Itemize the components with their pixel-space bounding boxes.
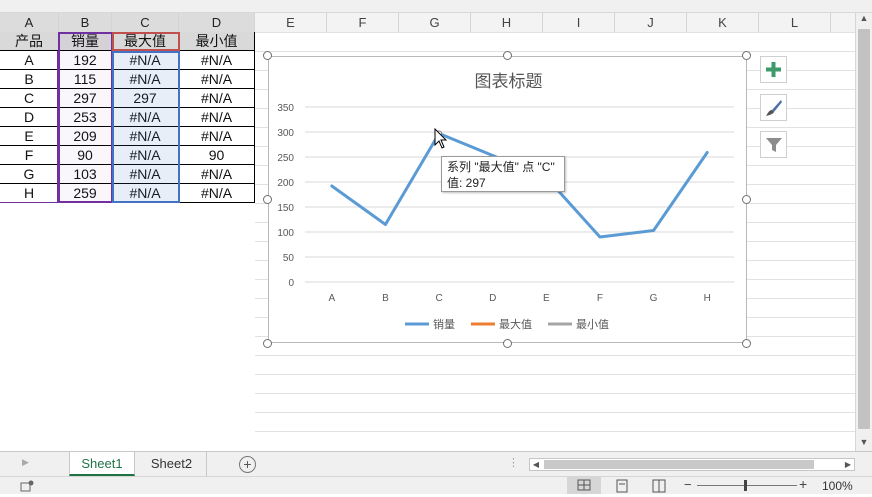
page-break-icon[interactable] [651, 479, 667, 493]
tab-sheet2[interactable]: Sheet2 [137, 452, 207, 476]
series-header-highlight [112, 32, 180, 51]
data-point-tooltip: 系列 "最大值" 点 "C" 值: 297 [441, 156, 565, 192]
zoom-out-icon[interactable]: − [684, 477, 692, 492]
chart-filters-button[interactable] [760, 131, 787, 158]
resize-handle-left[interactable] [263, 195, 272, 204]
vertical-scroll-thumb[interactable] [858, 29, 870, 429]
zoom-slider[interactable] [697, 485, 797, 486]
tab-sheet1[interactable]: Sheet1 [69, 452, 135, 476]
tooltip-series-point: 系列 "最大值" 点 "C" [447, 159, 559, 175]
column-header-bar: A B C D E F G H I J K L [0, 13, 855, 33]
column-header-g[interactable]: G [399, 13, 471, 32]
legend-label: 最小值 [576, 318, 609, 331]
x-tick-label: H [704, 293, 711, 304]
resize-handle-top-right[interactable] [742, 51, 751, 60]
column-header-d[interactable]: D [179, 13, 255, 32]
legend-label: 销量 [433, 317, 455, 331]
tooltip-value: 值: 297 [447, 175, 559, 191]
table-cell[interactable]: 90 [179, 146, 255, 165]
column-header-c[interactable]: C [112, 13, 179, 32]
column-header-a[interactable]: A [0, 13, 59, 32]
normal-view-button[interactable] [567, 477, 601, 494]
resize-handle-bottom[interactable] [503, 339, 512, 348]
series-values-highlight [112, 51, 180, 203]
horizontal-scrollbar[interactable]: ◀ ▶ [529, 458, 855, 471]
table-cell[interactable]: #N/A [179, 108, 255, 127]
x-tick-label: E [543, 293, 550, 304]
column-header-k[interactable]: K [687, 13, 759, 32]
column-header-j[interactable]: J [615, 13, 687, 32]
table-cell[interactable]: #N/A [179, 165, 255, 184]
x-tick-label: B [382, 293, 389, 304]
page-layout-icon[interactable] [614, 479, 630, 493]
y-tick-label: 0 [288, 278, 294, 289]
legend-label: 最大值 [499, 317, 532, 331]
funnel-icon [765, 136, 783, 154]
table-cell[interactable]: #N/A [179, 89, 255, 108]
zoom-level[interactable]: 100% [822, 479, 853, 493]
vertical-scrollbar[interactable]: ▲ ▼ [855, 13, 872, 451]
y-tick-label: 350 [277, 103, 294, 114]
zoom-slider-thumb[interactable] [744, 480, 747, 491]
table-cell[interactable]: #N/A [179, 70, 255, 89]
horizontal-scroll-thumb[interactable] [544, 460, 814, 469]
scroll-down-icon[interactable]: ▼ [859, 437, 869, 449]
y-tick-label: 200 [277, 178, 294, 189]
x-tick-label: G [650, 293, 658, 304]
y-tick-label: 250 [277, 153, 294, 164]
scroll-right-icon[interactable]: ▶ [842, 459, 854, 470]
resize-handle-bottom-left[interactable] [263, 339, 272, 348]
y-tick-label: 150 [277, 203, 294, 214]
add-sheet-icon[interactable]: + [239, 456, 256, 473]
column-header-b[interactable]: B [59, 13, 112, 32]
resize-handle-right[interactable] [742, 195, 751, 204]
grid-view-icon [567, 477, 601, 494]
y-tick-label: 100 [277, 228, 294, 239]
column-header-i[interactable]: I [543, 13, 615, 32]
scroll-left-icon[interactable]: ◀ [530, 459, 542, 470]
chart-elements-button[interactable] [760, 56, 787, 83]
column-header-e[interactable]: E [255, 13, 327, 32]
scroll-up-icon[interactable]: ▲ [859, 13, 869, 25]
table-cell[interactable]: #N/A [179, 127, 255, 146]
column-header-l[interactable]: L [759, 13, 831, 32]
x-tick-label: D [489, 293, 496, 304]
column-header-f[interactable]: F [327, 13, 399, 32]
table-cell[interactable]: #N/A [179, 51, 255, 70]
y-tick-label: 300 [277, 128, 294, 139]
macro-record-icon[interactable] [20, 480, 34, 492]
category-range-highlight [0, 51, 58, 203]
y-tick-label: 50 [283, 253, 295, 264]
x-tick-label: F [597, 293, 603, 304]
x-tick-label: A [328, 293, 335, 304]
ribbon-edge [0, 0, 872, 13]
status-bar: − + 100% [0, 476, 872, 494]
tab-scroll-left-icon[interactable]: ▶ [22, 457, 29, 468]
zoom-in-icon[interactable]: + [799, 476, 807, 492]
chart-plot-area[interactable]: 0 50 100 150 200 250 300 350 A B C D E F G H 销量 最大值 最小值 [269, 57, 748, 344]
series-name-range-highlight [58, 32, 113, 203]
sheet-tab-bar: ▶ Sheet1 Sheet2 + ⋮ ◀ ▶ [0, 451, 872, 476]
x-tick-label: C [435, 293, 442, 304]
resize-handle-top[interactable] [503, 51, 512, 60]
mouse-pointer-icon [434, 128, 448, 150]
table-cell[interactable]: #N/A [179, 184, 255, 203]
line-chart[interactable]: 图表标题 050100150200250300350ABCDEFGH销量最大值最… [268, 56, 747, 343]
header-cell[interactable]: 最小值 [179, 32, 255, 51]
column-header-h[interactable]: H [471, 13, 543, 32]
resize-handle-top-left[interactable] [263, 51, 272, 60]
resize-handle-bottom-right[interactable] [742, 339, 751, 348]
split-handle-icon[interactable]: ⋮ [508, 456, 519, 469]
chart-styles-button[interactable] [760, 94, 787, 121]
header-cell[interactable]: 产品 [0, 32, 59, 51]
paintbrush-icon [765, 99, 783, 117]
plus-icon [765, 61, 782, 78]
